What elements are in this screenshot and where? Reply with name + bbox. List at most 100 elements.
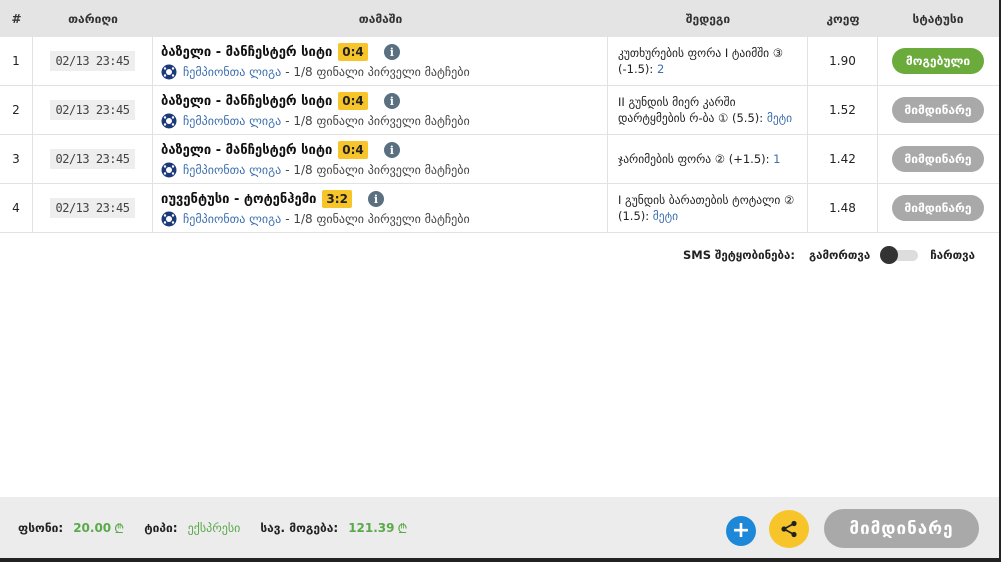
row-date: 02/13 23:45 <box>49 51 136 71</box>
outcome-pick: მეტი <box>652 209 679 223</box>
outcome-text: I გუნდის ბარათების ტოტალი ② (1.5): მეტი <box>618 192 799 224</box>
champions-league-icon <box>161 162 177 178</box>
info-icon[interactable]: i <box>383 44 400 60</box>
info-icon[interactable]: i <box>383 93 400 109</box>
col-header-game: თამაში <box>358 11 403 26</box>
match-score: 3:2 <box>322 190 352 208</box>
outcome-text: II გუნდის მიერ კარში დარტყმების რ-ბა ① (… <box>618 94 799 126</box>
league-name[interactable]: ჩემპიონთა ლიგა <box>183 65 281 79</box>
row-odd: 1.52 <box>808 86 878 134</box>
match-name[interactable]: ბაზელი - მანჩესტერ სიტი <box>161 94 332 109</box>
sms-notifications: SMS შეტყობინება: გამორთვა ჩართვა <box>683 246 975 264</box>
league-line: ჩემპიონთა ლიგა - 1/8 ფინალი პირველი მატჩ… <box>161 112 470 130</box>
table-row: 3 02/13 23:45 ბაზელი - მანჩესტერ სიტი 0:… <box>0 135 999 184</box>
info-icon[interactable]: i <box>383 142 400 158</box>
outcome-pick: მეტი <box>766 111 793 125</box>
outcome-text: კუთხურების ფორა I ტაიმში ③ (-1.5): 2 <box>618 45 799 77</box>
match-score: 0:4 <box>338 92 368 110</box>
row-game-cell: იუვენტუსი - ტოტენჰემი 3:2 i ჩემპიონთა ლი… <box>153 184 608 232</box>
status-badge[interactable]: მოგებული <box>892 48 984 74</box>
match-line: ბაზელი - მანჩესტერ სიტი 0:4 i <box>161 139 400 161</box>
row-number: 1 <box>0 37 33 85</box>
outcome-pick: 2 <box>656 62 665 76</box>
match-score: 0:4 <box>338 43 368 61</box>
match-name[interactable]: ბაზელი - მანჩესტერ სიტი <box>161 143 332 158</box>
status-badge[interactable]: მიმდინარე <box>892 97 984 123</box>
share-icon <box>781 520 797 538</box>
table-row: 2 02/13 23:45 ბაზელი - მანჩესტერ სიტი 0:… <box>0 86 999 135</box>
row-number: 2 <box>0 86 33 134</box>
row-date-cell: 02/13 23:45 <box>33 86 153 134</box>
row-status-cell: მიმდინარე <box>878 184 998 232</box>
league-name[interactable]: ჩემპიონთა ლიგა <box>183 114 281 128</box>
row-odd: 1.42 <box>808 135 878 183</box>
row-game-cell: ბაზელი - მანჩესტერ სიტი 0:4 i ჩემპიონთა … <box>153 37 608 85</box>
row-number: 3 <box>0 135 33 183</box>
league-line: ჩემპიონთა ლიგა - 1/8 ფინალი პირველი მატჩ… <box>161 161 470 179</box>
status-badge[interactable]: მიმდინარე <box>892 146 984 172</box>
col-header-outcome: შედეგი <box>685 11 731 26</box>
row-outcome-cell: I გუნდის ბარათების ტოტალი ② (1.5): მეტი <box>608 184 808 232</box>
col-header-num: # <box>11 11 22 26</box>
row-odd: 1.90 <box>808 37 878 85</box>
col-header-date: თარიღი <box>68 11 118 26</box>
outcome-pick: 1 <box>773 152 781 166</box>
col-header-odd: კოეფ <box>826 11 860 26</box>
table-header: # თარიღი თამაში შედეგი კოეფ სტატუსი <box>0 0 999 37</box>
row-date: 02/13 23:45 <box>49 198 136 218</box>
add-button[interactable]: + <box>726 516 756 546</box>
row-status-cell: მოგებული <box>878 37 998 85</box>
stake-value: 20.00 <box>73 520 112 535</box>
outcome-market: II გუნდის მიერ კარში დარტყმების რ-ბა ① (… <box>618 95 764 125</box>
row-game-cell: ბაზელი - მანჩესტერ სიტი 0:4 i ჩემპიონთა … <box>153 135 608 183</box>
stake-currency-icon: ₾ <box>114 521 125 537</box>
match-line: იუვენტუსი - ტოტენჰემი 3:2 i <box>161 188 384 210</box>
league-name[interactable]: ჩემპიონთა ლიგა <box>183 163 281 177</box>
outcome-market: I გუნდის ბარათების ტოტალი ② (1.5): <box>618 193 795 223</box>
type-label: ტიპი: <box>144 520 178 535</box>
league-stage: - 1/8 ფინალი პირველი მატჩები <box>285 114 470 128</box>
league-stage: - 1/8 ფინალი პირველი მატჩები <box>285 65 470 79</box>
outcome-text: ჯარიმების ფორა ② (+1.5): 1 <box>618 151 780 167</box>
champions-league-icon <box>161 211 177 227</box>
row-date-cell: 02/13 23:45 <box>33 37 153 85</box>
potential-win-value: 121.39 <box>348 520 395 535</box>
row-date: 02/13 23:45 <box>49 100 136 120</box>
row-status-cell: მიმდინარე <box>878 86 998 134</box>
match-name[interactable]: ბაზელი - მანჩესტერ სიტი <box>161 45 332 60</box>
bet-details-panel: # თარიღი თამაში შედეგი კოეფ სტატუსი 1 02… <box>0 0 1001 562</box>
row-outcome-cell: II გუნდის მიერ კარში დარტყმების რ-ბა ① (… <box>608 86 808 134</box>
row-date-cell: 02/13 23:45 <box>33 184 153 232</box>
status-badge[interactable]: მიმდინარე <box>892 195 984 221</box>
table-row: 1 02/13 23:45 ბაზელი - მანჩესტერ სიტი 0:… <box>0 37 999 86</box>
champions-league-icon <box>161 113 177 129</box>
share-button[interactable] <box>769 510 809 548</box>
row-date-cell: 02/13 23:45 <box>33 135 153 183</box>
sms-label: SMS შეტყობინება: <box>683 248 795 262</box>
type-value: ექსპრესი <box>187 520 241 535</box>
col-header-status: სტატუსი <box>912 11 964 26</box>
row-odd: 1.48 <box>808 184 878 232</box>
stake-label: ფსონი: <box>18 520 64 535</box>
potential-win-label: სავ. მოგება: <box>260 520 339 535</box>
bet-status-button[interactable]: მიმდინარე <box>824 509 979 548</box>
champions-league-icon <box>161 64 177 80</box>
sms-on-label: ჩართვა <box>930 248 975 262</box>
league-name[interactable]: ჩემპიონთა ლიგა <box>183 212 281 226</box>
outcome-market: ჯარიმების ფორა ② (+1.5): <box>618 152 770 166</box>
info-icon[interactable]: i <box>367 191 384 207</box>
league-stage: - 1/8 ფინალი პირველი მატჩები <box>285 212 470 226</box>
row-number: 4 <box>0 184 33 232</box>
table-row: 4 02/13 23:45 იუვენტუსი - ტოტენჰემი 3:2 … <box>0 184 999 233</box>
match-name[interactable]: იუვენტუსი - ტოტენჰემი <box>161 192 316 207</box>
league-line: ჩემპიონთა ლიგა - 1/8 ფინალი პირველი მატჩ… <box>161 210 470 228</box>
match-line: ბაზელი - მანჩესტერ სიტი 0:4 i <box>161 41 400 63</box>
match-line: ბაზელი - მანჩესტერ სიტი 0:4 i <box>161 90 400 112</box>
win-currency-icon: ₾ <box>397 521 408 537</box>
sms-toggle[interactable] <box>880 246 920 264</box>
row-game-cell: ბაზელი - მანჩესტერ სიტი 0:4 i ჩემპიონთა … <box>153 86 608 134</box>
league-line: ჩემპიონთა ლიგა - 1/8 ფინალი პირველი მატჩ… <box>161 63 470 81</box>
row-date: 02/13 23:45 <box>49 149 136 169</box>
outcome-market: კუთხურების ფორა I ტაიმში ③ (-1.5): <box>618 46 784 76</box>
league-stage: - 1/8 ფინალი პირველი მატჩები <box>285 163 470 177</box>
